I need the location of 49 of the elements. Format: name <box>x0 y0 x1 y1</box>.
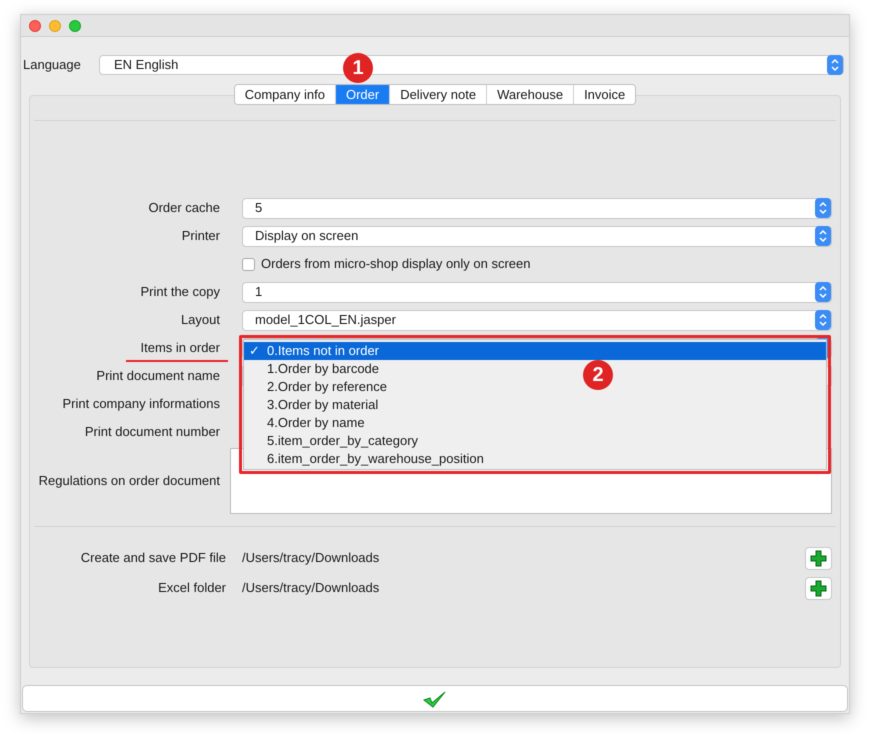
plus-icon <box>810 580 827 596</box>
field-label: Order cache <box>147 199 221 218</box>
confirm-button[interactable] <box>22 685 848 712</box>
menu-item[interactable]: 1.Order by barcode <box>244 360 384 378</box>
stepper-arrows-icon <box>815 226 831 246</box>
folder-path: /Users/tracy/Downloads <box>242 579 380 598</box>
stepper-arrows-icon <box>815 198 831 218</box>
dropdown[interactable]: Display on screen <box>242 226 832 246</box>
menu-item[interactable]: 3.Order by material <box>244 396 382 414</box>
field-label: Items in order <box>34 338 232 358</box>
check-icon: ✓ <box>249 341 260 361</box>
stepper-arrows-icon <box>827 55 843 75</box>
field-label: Layout <box>180 311 221 330</box>
menu-item[interactable]: 6.item_order_by_warehouse_position <box>244 450 488 468</box>
field-label: Print document number <box>84 423 221 442</box>
tab[interactable]: Order <box>334 85 390 104</box>
field-label: Print document name <box>95 367 221 386</box>
checkbox[interactable] <box>242 258 255 270</box>
stepper-arrows-icon <box>815 282 831 302</box>
field-label: Print company informations <box>61 395 221 414</box>
dropdown[interactable]: 1 <box>242 282 832 302</box>
dropdown-value: Display on screen <box>255 227 358 246</box>
field-label: Excel folder <box>157 579 227 598</box>
plus-icon <box>810 550 827 566</box>
number-badge: 1 <box>343 53 373 83</box>
checkbox-label: Orders from micro-shop display only on screen <box>261 255 530 274</box>
menu-item[interactable]: 2.Order by reference <box>244 378 391 396</box>
minimize-icon[interactable] <box>49 20 61 32</box>
zoom-icon[interactable] <box>69 20 81 32</box>
field-label: Create and save PDF file <box>80 549 227 568</box>
close-icon[interactable] <box>29 20 41 32</box>
field-label: Regulations on order document <box>38 472 221 490</box>
dropdown-value: 5 <box>255 199 262 218</box>
dropdown-value: 1 <box>255 283 262 302</box>
language-label: Language <box>23 56 82 74</box>
menu-item[interactable]: 4.Order by name <box>244 414 369 432</box>
dropdown-value: model_1COL_EN.jasper <box>255 311 396 330</box>
dropdown-value: EN English <box>114 56 178 74</box>
field-label: Print the copy <box>140 283 221 302</box>
field-label: Printer <box>180 227 221 246</box>
folder-path: /Users/tracy/Downloads <box>242 549 380 568</box>
add-button[interactable] <box>805 546 832 570</box>
add-button[interactable] <box>805 576 832 600</box>
checkmark-icon <box>423 690 447 708</box>
tab[interactable]: Invoice <box>573 85 636 104</box>
dropdown[interactable]: model_1COL_EN.jasper <box>242 310 832 330</box>
dropdown[interactable]: 5 <box>242 198 832 218</box>
menu-item[interactable]: 5.item_order_by_category <box>244 432 422 450</box>
stepper-arrows-icon <box>815 310 831 330</box>
